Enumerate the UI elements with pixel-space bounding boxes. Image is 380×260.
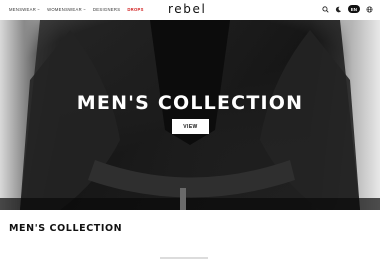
view-button[interactable]: VIEW	[172, 119, 209, 134]
nav-menswear-label: MENSWEAR	[9, 7, 37, 12]
section-subtitle-placeholder	[160, 257, 208, 259]
nav-womenswear[interactable]: WOMENSWEAR	[47, 7, 86, 12]
nav-designers-label: DESIGNERS	[92, 7, 121, 12]
nav-designers[interactable]: DESIGNERS	[93, 7, 120, 12]
nav-drops[interactable]: DROPS	[127, 7, 143, 12]
section-title: MEN'S COLLECTION	[9, 223, 123, 234]
search-icon[interactable]	[322, 5, 330, 13]
hero-photo-leather-jacket	[0, 20, 380, 210]
header-tools: EN	[322, 5, 373, 13]
nav-drops-label: DROPS	[127, 7, 144, 12]
site-header: MENSWEAR WOMENSWEAR DESIGNERS DROPS rebe…	[0, 0, 380, 20]
hero-banner[interactable]: MEN'S COLLECTION VIEW	[0, 20, 380, 210]
nav-womenswear-label: WOMENSWEAR	[47, 7, 82, 12]
main-nav: MENSWEAR WOMENSWEAR DESIGNERS DROPS	[9, 7, 144, 12]
nav-menswear[interactable]: MENSWEAR	[9, 7, 40, 12]
hero-title: MEN'S COLLECTION	[76, 92, 304, 114]
chevron-down-icon	[83, 8, 86, 11]
globe-icon[interactable]	[365, 5, 373, 13]
brand-logo[interactable]: rebel	[168, 2, 206, 16]
chevron-down-icon	[37, 8, 40, 11]
moon-icon[interactable]	[335, 5, 343, 13]
language-switcher[interactable]: EN	[347, 5, 360, 13]
